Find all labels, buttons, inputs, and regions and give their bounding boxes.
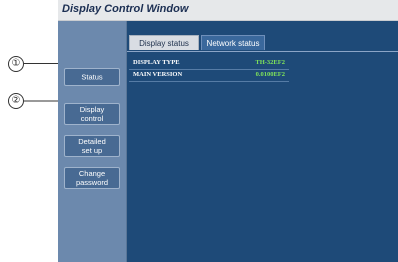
sidebar-item-label: Detailed set up [78, 137, 106, 155]
sidebar-item-label: Change password [75, 169, 109, 187]
tab-display-status[interactable]: Display status [129, 35, 199, 50]
sidebar-item-label: Display control [79, 105, 105, 123]
window-title: Display Control Window [62, 3, 189, 15]
window-titlebar: Display Control Window [58, 0, 398, 21]
tab-network-status[interactable]: Network status [201, 35, 265, 50]
sidebar-item-change-password[interactable]: Change password [64, 167, 120, 189]
sidebar-item-display-control[interactable]: Display control [64, 103, 120, 125]
status-row-display-type: DISPLAY TYPE TH-32EF2 [129, 58, 289, 70]
row-value: 0.0100EF2 [255, 71, 285, 78]
sidebar-item-label: Status [81, 72, 103, 82]
callout-2: ② [8, 93, 24, 109]
main-content: Display status Network status DISPLAY TY… [127, 21, 398, 262]
display-control-window: Display Control Window Status Display co… [58, 0, 398, 262]
row-label: DISPLAY TYPE [133, 59, 180, 66]
callout-1: ① [8, 56, 24, 72]
sidebar-item-status[interactable]: Status [64, 68, 120, 86]
row-label: MAIN VERSION [133, 71, 183, 78]
status-row-main-version: MAIN VERSION 0.0100EF2 [129, 70, 289, 82]
sidebar-item-detailed-set-up[interactable]: Detailed set up [64, 135, 120, 157]
row-value: TH-32EF2 [255, 59, 285, 66]
sidebar: Status Display control Detailed set up C… [58, 21, 127, 262]
tab-bar: Display status Network status [127, 33, 398, 52]
